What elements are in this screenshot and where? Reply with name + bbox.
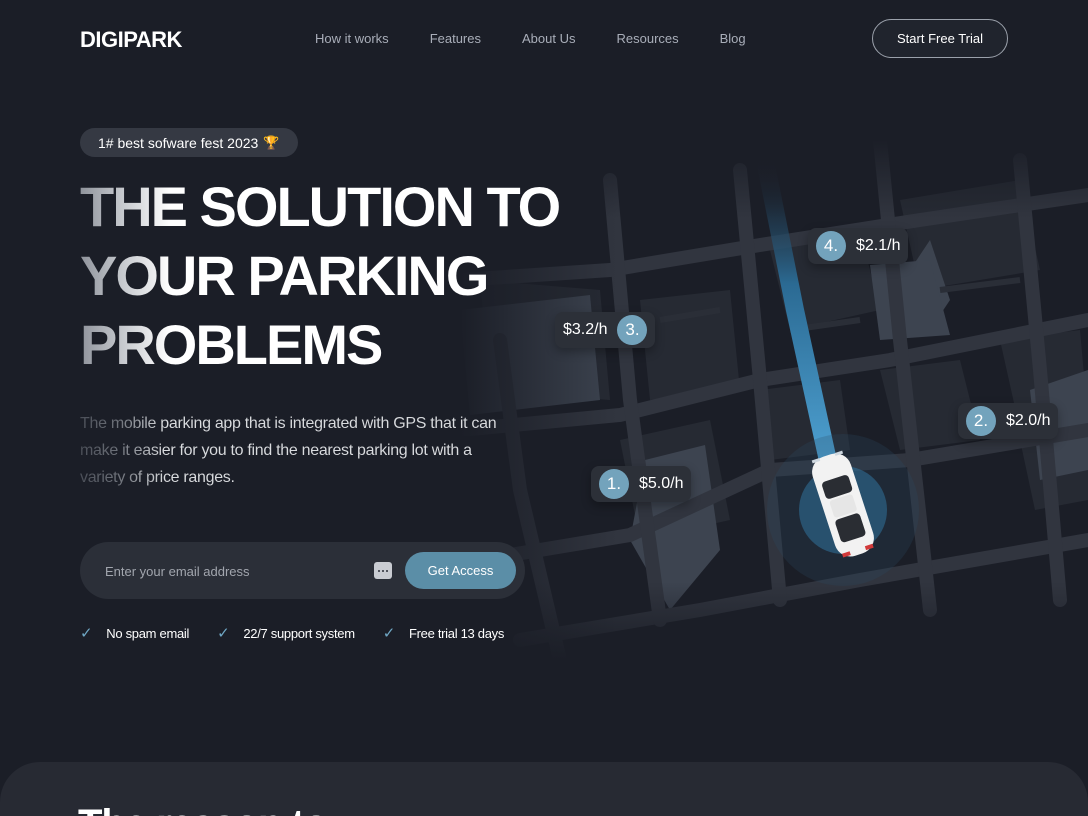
hero-description: The mobile parking app that is integrate… bbox=[80, 410, 520, 491]
start-free-trial-button[interactable]: Start Free Trial bbox=[872, 19, 1008, 58]
get-access-button[interactable]: Get Access bbox=[405, 552, 516, 589]
perk-item: ✓ No spam email bbox=[80, 624, 189, 642]
perk-item: ✓ 22/7 support system bbox=[217, 624, 355, 642]
price-pill-value: $2.1/h bbox=[856, 237, 901, 254]
price-pill-number: 2. bbox=[966, 406, 996, 436]
hero-title-line-1: THE SOLUTION TO bbox=[80, 172, 600, 241]
nav-link-blog[interactable]: Blog bbox=[720, 31, 746, 46]
perk-item: ✓ Free trial 13 days bbox=[382, 624, 505, 642]
check-icon: ✓ bbox=[217, 625, 230, 642]
price-pill-1[interactable]: 1. $5.0/h bbox=[591, 466, 692, 502]
perks-list: ✓ No spam email ✓ 22/7 support system ✓ … bbox=[80, 624, 532, 642]
award-badge: 1# best sofware fest 2023 🏆 bbox=[80, 128, 298, 157]
price-pill-value: $2.0/h bbox=[1006, 412, 1051, 429]
nav-link-how-it-works[interactable]: How it works bbox=[315, 31, 389, 46]
award-badge-text: 1# best sofware fest 2023 bbox=[98, 134, 259, 151]
nav-links: How it works Features About Us Resources… bbox=[315, 31, 787, 46]
section-heading: The reason to bbox=[78, 804, 327, 816]
perk-label: No spam email bbox=[106, 625, 190, 641]
price-pill-number: 1. bbox=[599, 469, 629, 499]
nav-link-features[interactable]: Features bbox=[430, 31, 481, 46]
price-pill-2[interactable]: 2. $2.0/h bbox=[958, 403, 1059, 439]
perk-label: Free trial 13 days bbox=[409, 625, 505, 641]
price-pill-number: 3. bbox=[617, 315, 648, 345]
hero-title-line-3: PROBLEMS bbox=[80, 310, 600, 379]
price-pill-4[interactable]: 4. $2.1/h bbox=[808, 228, 909, 264]
password-manager-icon[interactable] bbox=[374, 562, 392, 579]
price-pill-number: 4. bbox=[816, 231, 846, 261]
email-signup-form: Get Access bbox=[80, 542, 525, 599]
hero-title: THE SOLUTION TO YOUR PARKING PROBLEMS bbox=[80, 172, 600, 379]
nav-link-resources[interactable]: Resources bbox=[616, 31, 678, 46]
next-section-card: The reason to bbox=[0, 762, 1088, 816]
perk-label: 22/7 support system bbox=[243, 625, 355, 641]
brand-logo[interactable]: DIGIPARK bbox=[80, 27, 182, 53]
check-icon: ✓ bbox=[80, 625, 93, 642]
trophy-icon: 🏆 bbox=[263, 134, 280, 150]
hero-title-line-2: YOUR PARKING bbox=[80, 241, 600, 310]
top-nav: DIGIPARK How it works Features About Us … bbox=[0, 0, 1088, 78]
price-pill-value: $5.0/h bbox=[639, 475, 684, 492]
nav-link-about-us[interactable]: About Us bbox=[522, 31, 575, 46]
email-input[interactable] bbox=[105, 560, 365, 582]
check-icon: ✓ bbox=[382, 625, 396, 642]
